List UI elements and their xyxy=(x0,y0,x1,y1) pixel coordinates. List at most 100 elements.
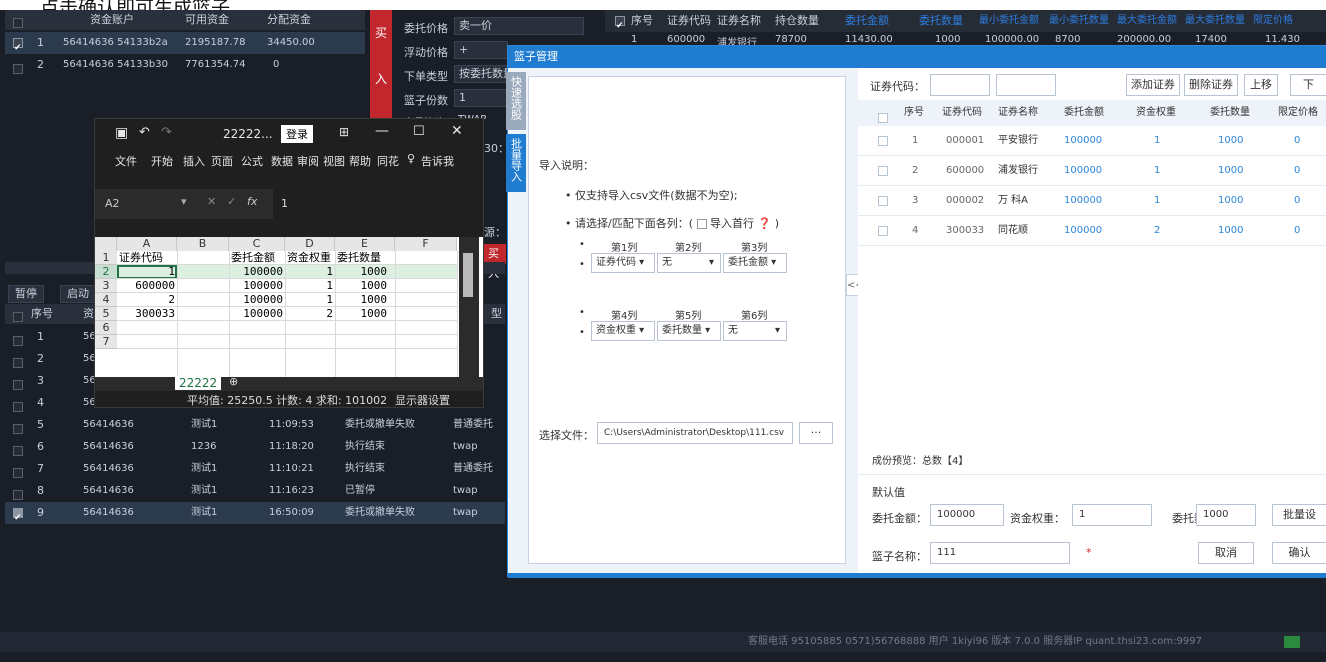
login-button[interactable]: 登录 xyxy=(281,125,313,143)
code-input[interactable] xyxy=(930,74,990,96)
row-checkbox[interactable] xyxy=(13,508,23,518)
copies-input[interactable]: 1 xyxy=(454,89,508,107)
task-row[interactable]: 5 56414636 测试1 11:09:53 委托或撤单失败 普通委托 xyxy=(5,414,505,436)
code-name-input[interactable] xyxy=(996,74,1056,96)
tell-me-search[interactable]: 告诉我 xyxy=(421,153,454,169)
ribbon-display-icon[interactable]: ⊞ xyxy=(339,125,349,139)
delete-security-button[interactable]: 删除证券 xyxy=(1184,74,1238,96)
task-row[interactable]: 8 56414636 测试1 11:16:23 已暂停 twap xyxy=(5,480,505,502)
row-checkbox[interactable] xyxy=(878,136,888,146)
cell-a[interactable]: 证券代码 xyxy=(119,251,175,265)
spreadsheet-grid[interactable]: A B C D E F 1 证券代码 委托金额 资金权重 委托数量 2 1 100000 1 10… xyxy=(95,237,483,377)
row-header[interactable]: 6 xyxy=(95,321,117,335)
cell-e[interactable]: 委托数量 xyxy=(337,251,387,265)
sheet-tab[interactable]: 22222 xyxy=(175,376,222,390)
import-first-row-checkbox[interactable] xyxy=(696,219,707,229)
row-checkbox[interactable] xyxy=(878,166,888,176)
info-icon[interactable]: ❓ xyxy=(758,217,772,230)
row-checkbox[interactable] xyxy=(13,468,23,478)
tab-insert[interactable]: 插入 xyxy=(183,153,205,169)
row-checkbox[interactable] xyxy=(13,402,23,412)
select-all-checkbox[interactable] xyxy=(13,18,23,28)
row-checkbox[interactable] xyxy=(13,490,23,500)
col2-select[interactable]: 无 ▾ xyxy=(657,253,721,273)
cell-e[interactable]: 1000 xyxy=(337,279,388,293)
cell-c[interactable]: 100000 xyxy=(231,265,283,279)
tab-help[interactable]: 帮助 xyxy=(349,153,371,169)
formula-input[interactable]: 1 xyxy=(273,189,483,219)
cell-a[interactable]: 2 xyxy=(119,293,175,307)
float-input[interactable]: + xyxy=(454,41,508,59)
row-checkbox[interactable] xyxy=(878,226,888,236)
move-up-button[interactable]: 上移 xyxy=(1244,74,1278,96)
row-checkbox[interactable] xyxy=(13,446,23,456)
cell-e[interactable]: 1000 xyxy=(337,265,388,279)
row-checkbox[interactable] xyxy=(13,358,23,368)
qty-input[interactable]: 1000 xyxy=(1196,504,1256,526)
col1-select[interactable]: 证券代码 ▾ xyxy=(591,253,655,273)
col-header-f[interactable]: F xyxy=(395,237,457,251)
tab-home[interactable]: 开始 xyxy=(151,153,173,169)
pause-button[interactable]: 暂停 xyxy=(8,285,44,303)
row-header[interactable]: 7 xyxy=(95,335,117,349)
row-checkbox[interactable] xyxy=(13,38,23,48)
select-all-checkbox[interactable] xyxy=(13,312,23,322)
tab-page[interactable]: 页面 xyxy=(211,153,233,169)
select-all-checkbox[interactable] xyxy=(878,113,888,123)
undo-icon[interactable]: ↶ xyxy=(139,125,150,140)
col3-select[interactable]: 委托金额 ▾ xyxy=(723,253,787,273)
task-row[interactable]: 956414636测试116:50:09委托或撤单失败twap xyxy=(5,502,505,524)
redo-icon[interactable]: ↷ xyxy=(161,125,172,140)
display-settings[interactable]: 显示器设置 xyxy=(395,392,450,408)
basket-name-input[interactable]: 111 xyxy=(930,542,1070,564)
col6-select[interactable]: 无 ▾ xyxy=(723,321,787,341)
col-header-d[interactable]: D xyxy=(285,237,335,251)
basket-row[interactable]: 2 600000 浦发银行 100000 1 1000 0 xyxy=(858,156,1326,186)
task-row[interactable]: 7 56414636 测试1 11:10:21 执行结束 普通委托 xyxy=(5,458,505,480)
cell-e[interactable]: 1000 xyxy=(337,293,388,307)
cell-c[interactable]: 100000 xyxy=(231,307,283,321)
cell-d[interactable]: 2 xyxy=(287,307,333,321)
price-select[interactable]: 卖一价 xyxy=(454,17,584,35)
col4-select[interactable]: 资金权重 ▾ xyxy=(591,321,655,341)
cell-c[interactable]: 100000 xyxy=(231,279,283,293)
chevron-down-icon[interactable]: ▾ xyxy=(181,195,187,208)
cell-e[interactable]: 1000 xyxy=(337,307,388,321)
row-checkbox[interactable] xyxy=(13,64,23,74)
cell-a[interactable]: 300033 xyxy=(119,307,175,321)
account-row[interactable]: 1 56414636 54133b2a 2195187.78 34450.00 xyxy=(5,32,365,54)
add-security-button[interactable]: 添加证券 xyxy=(1126,74,1180,96)
col-header-b[interactable]: B xyxy=(177,237,229,251)
row-checkbox[interactable] xyxy=(878,196,888,206)
basket-row[interactable]: 3 000002 万 科A 100000 1 1000 0 xyxy=(858,186,1326,216)
row-header[interactable]: 2 xyxy=(95,265,117,279)
cancel-button[interactable]: 取消 xyxy=(1198,542,1254,564)
tab-file[interactable]: 文件 xyxy=(115,153,137,169)
buy-button[interactable]: 买入 xyxy=(484,244,506,280)
batch-set-button[interactable]: 批量设 xyxy=(1272,504,1326,526)
cancel-icon[interactable]: ✕ xyxy=(207,195,216,208)
type-select[interactable]: 按委托数量 xyxy=(454,65,508,83)
tab-ths[interactable]: 同花 xyxy=(377,153,399,169)
col-header-c[interactable]: C xyxy=(229,237,285,251)
save-icon[interactable]: ▣ xyxy=(115,125,128,141)
position-row[interactable]: 1 600000 浦发银行 78700 11430.00 1000 100000… xyxy=(605,32,1326,46)
col-header-e[interactable]: E xyxy=(335,237,395,251)
row-checkbox[interactable] xyxy=(13,380,23,390)
start-button[interactable]: 启动 xyxy=(60,285,96,303)
browse-button[interactable]: ··· xyxy=(799,422,833,444)
cell-d[interactable]: 1 xyxy=(287,265,333,279)
enter-icon[interactable]: ✓ xyxy=(227,195,236,208)
amount-input[interactable]: 100000 xyxy=(930,504,1004,526)
tab-data[interactable]: 数据 xyxy=(271,153,293,169)
row-checkbox[interactable] xyxy=(13,336,23,346)
tab-review[interactable]: 审阅 xyxy=(297,153,319,169)
weight-input[interactable]: 1 xyxy=(1072,504,1152,526)
cell-d[interactable]: 资金权重 xyxy=(287,251,333,265)
maximize-icon[interactable]: ☐ xyxy=(413,124,425,139)
tab-quick-select[interactable]: 快速选股 xyxy=(506,72,526,130)
move-down-button[interactable]: 下 xyxy=(1290,74,1326,96)
basket-row[interactable]: 1 000001 平安银行 100000 1 1000 0 xyxy=(858,126,1326,156)
account-row[interactable]: 2 56414636 54133b30 7761354.74 0 xyxy=(5,54,365,76)
cell-a[interactable]: 600000 xyxy=(119,279,175,293)
